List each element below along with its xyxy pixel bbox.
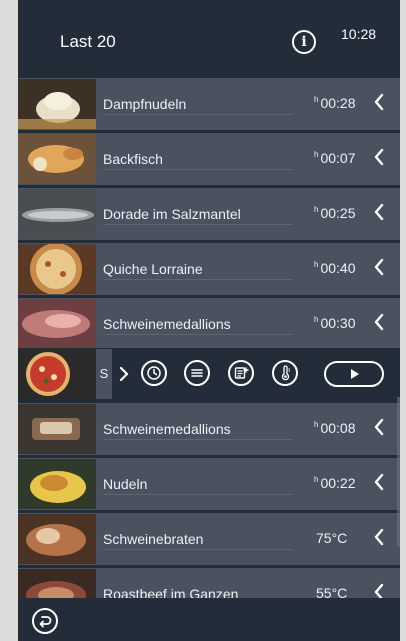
duration-value: 00:07 (320, 150, 356, 166)
info-icon: i (301, 34, 307, 50)
duration-unit: h (314, 205, 319, 214)
play-icon (351, 369, 359, 379)
recipe-duration: h 00:22 (314, 475, 356, 491)
duration-value: 00:30 (320, 315, 356, 331)
recipe-thumbnail (18, 134, 96, 184)
recipe-add-icon (233, 365, 249, 381)
row-divider (103, 549, 293, 550)
recipe-name: Roastbeef im Ganzen (103, 586, 239, 598)
recipe-name: Schweinemedallions (103, 316, 231, 332)
duration-unit: h (314, 260, 319, 269)
recipe-row[interactable]: Dampfnudeln h 00:28 (18, 78, 400, 130)
row-divider (103, 334, 293, 335)
chevron-left-icon[interactable] (372, 255, 386, 279)
recipe-name: Schweinemedallions (103, 421, 231, 437)
duration-value: 00:22 (320, 475, 356, 491)
recipe-thumbnail (18, 299, 96, 349)
duration-unit: h (314, 420, 319, 429)
start-button[interactable] (324, 361, 384, 387)
recipe-name: Quiche Lorraine (103, 261, 203, 277)
recipe-thumbnail (18, 404, 96, 454)
duration-unit: h (314, 315, 319, 324)
duration-unit: h (314, 95, 319, 104)
recipe-row[interactable]: Nudeln h 00:22 (18, 458, 400, 510)
recipe-row[interactable]: Schweinemedallions h 00:30 (18, 298, 400, 350)
back-button[interactable] (32, 608, 58, 634)
duration-value: 75°C (316, 530, 348, 546)
recipe-thumbnail (18, 514, 96, 564)
chevron-left-icon[interactable] (372, 145, 386, 169)
recipe-thumbnail (18, 459, 96, 509)
recipe-add-button[interactable] (228, 360, 254, 386)
recipe-row[interactable]: Backfisch h 00:07 (18, 133, 400, 185)
recipe-duration: h 00:40 (314, 260, 356, 276)
thermometer-icon (277, 365, 293, 381)
back-arrow-icon (39, 616, 52, 628)
recipe-row[interactable]: Roastbeef im Ganzen 55°C (18, 568, 400, 598)
recipe-duration: 75°C (314, 530, 347, 546)
page-title: Last 20 (60, 32, 116, 51)
recipe-name: S (96, 349, 112, 399)
info-button[interactable]: i (292, 30, 316, 54)
recipe-duration: h 00:28 (314, 95, 356, 111)
list-button[interactable] (184, 360, 210, 386)
duration-value: 00:08 (320, 420, 356, 436)
footer-bar (18, 598, 400, 641)
recipe-duration: h 00:08 (314, 420, 356, 436)
recipe-duration: h 00:25 (314, 205, 356, 221)
recipe-thumbnail (18, 244, 96, 294)
chevron-left-icon[interactable] (372, 90, 386, 114)
recipe-thumbnail (18, 569, 96, 598)
duration-value: 55°C (316, 585, 348, 598)
scrollbar[interactable] (397, 397, 400, 547)
row-divider (103, 224, 293, 225)
duration-value: 00:28 (320, 95, 356, 111)
clock: 10:28 (341, 26, 377, 42)
chevron-left-icon[interactable] (372, 470, 386, 494)
oven-control-screen: Last 20 i 10:28 Dampfnudeln h 00:28 Backfis… (18, 0, 400, 641)
recipe-name: Schweinebraten (103, 531, 204, 547)
recipe-list[interactable]: Dampfnudeln h 00:28 Backfisch h 00:07 Dorade i… (18, 78, 400, 598)
recipe-name: Nudeln (103, 476, 148, 492)
recipe-row[interactable]: Dorade im Salzmantel h 00:25 (18, 188, 400, 240)
chevron-right-icon[interactable] (118, 365, 130, 383)
row-divider (103, 279, 293, 280)
row-divider (103, 494, 293, 495)
recipe-name: Backfisch (103, 151, 163, 167)
row-divider (103, 439, 293, 440)
recipe-thumbnail (18, 79, 96, 129)
duration-unit: h (314, 150, 319, 159)
list-icon (189, 365, 205, 381)
clock-icon (146, 365, 162, 381)
row-divider (103, 169, 293, 170)
chevron-left-icon[interactable] (372, 415, 386, 439)
recipe-duration: 55°C (314, 585, 347, 598)
header-bar: Last 20 i 10:28 (18, 0, 400, 78)
recipe-thumbnail (18, 349, 96, 399)
duration-value: 00:40 (320, 260, 356, 276)
chevron-left-icon[interactable] (372, 580, 386, 598)
recipe-row[interactable]: Schweinebraten 75°C (18, 513, 400, 565)
recipe-thumbnail (18, 189, 96, 239)
duration-value: 00:25 (320, 205, 356, 221)
clock-button[interactable] (141, 360, 167, 386)
recipe-duration: h 00:07 (314, 150, 356, 166)
recipe-name: Dorade im Salzmantel (103, 206, 241, 222)
recipe-name: Dampfnudeln (103, 96, 187, 112)
thermometer-button[interactable] (272, 360, 298, 386)
chevron-left-icon[interactable] (372, 310, 386, 334)
recipe-row[interactable]: Schweinemedallions h 00:08 (18, 403, 400, 455)
chevron-left-icon[interactable] (372, 200, 386, 224)
recipe-duration: h 00:30 (314, 315, 356, 331)
chevron-left-icon[interactable] (372, 525, 386, 549)
recipe-row[interactable]: Quiche Lorraine h 00:40 (18, 243, 400, 295)
recipe-row-expanded[interactable]: S (18, 348, 400, 400)
row-divider (103, 114, 293, 115)
duration-unit: h (314, 475, 319, 484)
